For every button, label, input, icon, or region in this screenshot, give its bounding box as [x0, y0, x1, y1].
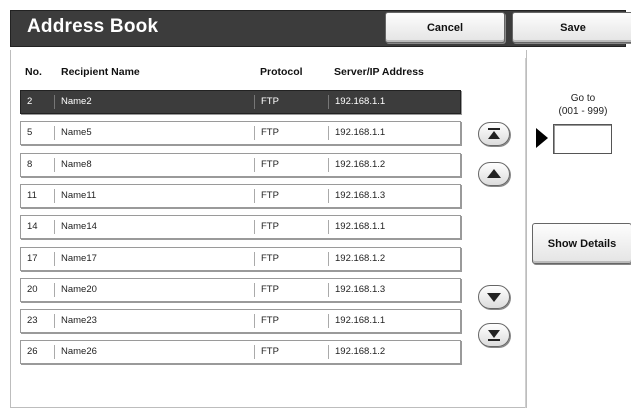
column-separator — [328, 126, 329, 140]
cell-server: 192.168.1.3 — [335, 284, 386, 295]
table-row[interactable]: 26 Name26 FTP 192.168.1.2 — [20, 340, 461, 364]
cell-server: 192.168.1.3 — [335, 190, 386, 201]
column-separator — [54, 283, 55, 297]
cell-protocol: FTP — [261, 284, 279, 295]
table-row[interactable]: 17 Name17 FTP 192.168.1.2 — [20, 247, 461, 271]
cell-protocol: FTP — [261, 159, 279, 170]
cell-no: 2 — [27, 96, 33, 107]
cell-no: 11 — [27, 190, 37, 201]
column-separator — [328, 314, 329, 328]
column-header-no: No. — [25, 66, 42, 78]
table-row[interactable]: 11 Name11 FTP 192.168.1.3 — [20, 184, 461, 208]
scroll-bottom-button[interactable] — [478, 323, 510, 347]
table-row[interactable]: 2 Name2 FTP 192.168.1.1 — [20, 90, 461, 114]
cell-recipient-name: Name11 — [61, 190, 97, 201]
column-header-protocol: Protocol — [260, 66, 303, 78]
cell-no: 8 — [27, 159, 33, 170]
cell-no: 26 — [27, 346, 38, 357]
column-separator — [328, 283, 329, 297]
goto-input[interactable] — [553, 124, 612, 154]
column-separator — [254, 252, 255, 266]
page-title: Address Book — [27, 16, 159, 37]
scroll-up-button[interactable] — [478, 162, 510, 186]
cell-recipient-name: Name2 — [61, 96, 92, 107]
cell-server: 192.168.1.2 — [335, 159, 386, 170]
table-row[interactable]: 23 Name23 FTP 192.168.1.1 — [20, 309, 461, 333]
cell-recipient-name: Name14 — [61, 221, 97, 232]
cell-no: 20 — [27, 284, 38, 295]
column-separator — [54, 189, 55, 203]
cell-no: 14 — [27, 221, 38, 232]
table-row[interactable]: 8 Name8 FTP 192.168.1.2 — [20, 153, 461, 177]
table-row[interactable]: 20 Name20 FTP 192.168.1.3 — [20, 278, 461, 302]
column-separator — [254, 189, 255, 203]
scroll-top-button[interactable] — [478, 122, 510, 146]
column-separator — [328, 189, 329, 203]
column-separator — [54, 314, 55, 328]
scroll-to-top-icon — [488, 128, 500, 139]
cell-server: 192.168.1.1 — [335, 315, 386, 326]
column-separator — [54, 126, 55, 140]
column-separator — [54, 345, 55, 359]
column-separator — [254, 158, 255, 172]
column-separator — [54, 158, 55, 172]
cell-protocol: FTP — [261, 221, 279, 232]
cell-protocol: FTP — [261, 346, 279, 357]
table-row[interactable]: 5 Name5 FTP 192.168.1.1 — [20, 121, 461, 145]
column-separator — [254, 314, 255, 328]
column-separator — [254, 283, 255, 297]
goto-range: (001 - 999) — [558, 106, 608, 117]
panel-divider — [525, 58, 526, 408]
save-button[interactable]: Save — [512, 12, 631, 43]
cell-protocol: FTP — [261, 315, 279, 326]
cell-server: 192.168.1.1 — [335, 96, 386, 107]
cell-server: 192.168.1.2 — [335, 346, 386, 357]
cell-server: 192.168.1.1 — [335, 221, 386, 232]
column-separator — [328, 95, 329, 109]
scroll-down-icon — [487, 293, 501, 302]
column-separator — [54, 95, 55, 109]
cell-no: 17 — [27, 253, 38, 264]
cancel-button[interactable]: Cancel — [385, 12, 505, 43]
cell-protocol: FTP — [261, 127, 279, 138]
cell-protocol: FTP — [261, 96, 279, 107]
column-header-server: Server/IP Address — [334, 66, 424, 78]
scroll-down-button[interactable] — [478, 285, 510, 309]
cell-recipient-name: Name8 — [61, 159, 92, 170]
column-separator — [328, 220, 329, 234]
pointer-arrow-icon — [536, 128, 548, 148]
cell-recipient-name: Name5 — [61, 127, 92, 138]
cell-no: 5 — [27, 127, 33, 138]
cell-protocol: FTP — [261, 253, 279, 264]
column-separator — [54, 252, 55, 266]
scroll-up-icon — [487, 169, 501, 178]
cell-protocol: FTP — [261, 190, 279, 201]
column-separator — [254, 220, 255, 234]
column-header-recipient-name: Recipient Name — [61, 66, 140, 78]
cell-no: 23 — [27, 315, 38, 326]
cell-recipient-name: Name20 — [61, 284, 97, 295]
cell-recipient-name: Name26 — [61, 346, 97, 357]
scroll-to-bottom-icon — [488, 330, 500, 341]
column-separator — [254, 126, 255, 140]
table-row[interactable]: 14 Name14 FTP 192.168.1.1 — [20, 215, 461, 239]
goto-label: Go to (001 - 999) — [555, 92, 611, 118]
cell-server: 192.168.1.2 — [335, 253, 386, 264]
column-separator — [54, 220, 55, 234]
column-separator — [328, 158, 329, 172]
cell-server: 192.168.1.1 — [335, 127, 386, 138]
cell-recipient-name: Name17 — [61, 253, 97, 264]
show-details-button[interactable]: Show Details — [532, 223, 631, 264]
column-separator — [254, 345, 255, 359]
column-separator — [254, 95, 255, 109]
cell-recipient-name: Name23 — [61, 315, 97, 326]
goto-title: Go to — [570, 93, 596, 104]
column-separator — [328, 345, 329, 359]
column-separator — [328, 252, 329, 266]
